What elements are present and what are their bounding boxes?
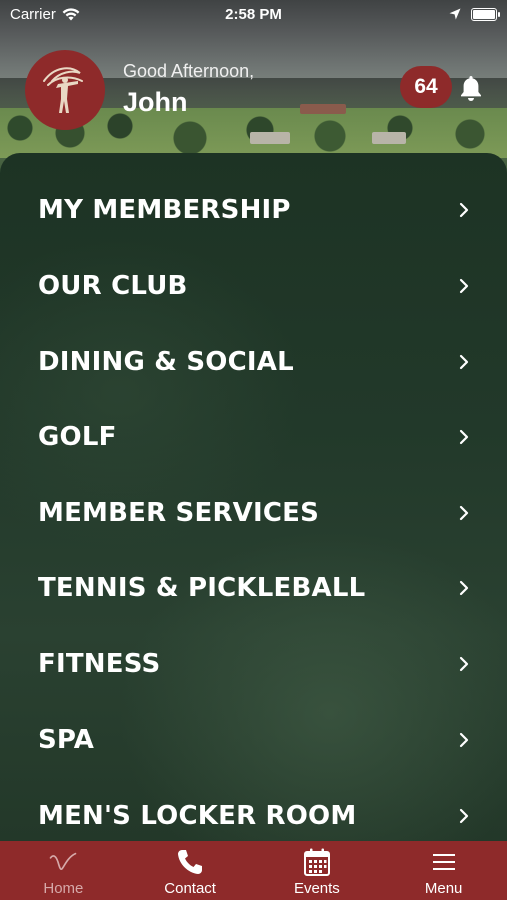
club-logo-figure-icon: [43, 67, 83, 113]
chevron-right-icon: [459, 656, 469, 672]
location-arrow-icon: [449, 8, 461, 20]
menu-item-label: TENNIS & PICKLEBALL: [38, 573, 366, 603]
chevron-right-icon: [459, 505, 469, 521]
chevron-right-icon: [459, 202, 469, 218]
tab-label: Contact: [164, 880, 216, 897]
menu-item-my-membership[interactable]: MY MEMBERSHIP: [0, 172, 507, 248]
menu-item-label: DINING & SOCIAL: [38, 347, 294, 377]
chevron-right-icon: [459, 732, 469, 748]
menu-item-label: FITNESS: [38, 649, 161, 679]
tab-events[interactable]: Events: [254, 841, 381, 900]
club-logo[interactable]: [25, 50, 105, 130]
bell-icon[interactable]: [458, 74, 484, 102]
hamburger-icon: [432, 854, 455, 870]
menu-item-mens-locker-room[interactable]: MEN'S LOCKER ROOM: [0, 778, 507, 841]
menu-item-our-club[interactable]: OUR CLUB: [0, 248, 507, 324]
bottom-tab-bar: Home Contact Events Menu: [0, 841, 507, 900]
menu-item-fitness[interactable]: FITNESS: [0, 626, 507, 702]
menu-item-label: MEN'S LOCKER ROOM: [38, 801, 357, 831]
battery-icon: [471, 7, 500, 21]
menu-item-label: MEMBER SERVICES: [38, 498, 320, 528]
calendar-icon: [303, 848, 330, 876]
carrier-label: Carrier: [10, 5, 56, 23]
chevron-right-icon: [459, 278, 469, 294]
tab-menu[interactable]: Menu: [380, 841, 507, 900]
tab-contact[interactable]: Contact: [127, 841, 254, 900]
tab-home[interactable]: Home: [0, 841, 127, 900]
menu-item-label: MY MEMBERSHIP: [38, 195, 291, 225]
menu-item-label: OUR CLUB: [38, 271, 188, 301]
wifi-icon: [62, 7, 80, 20]
app-header: Good Afternoon, John 64: [0, 44, 507, 134]
menu-item-tennis-pickleball[interactable]: TENNIS & PICKLEBALL: [0, 550, 507, 626]
chevron-right-icon: [459, 580, 469, 596]
menu-item-label: GOLF: [38, 422, 117, 452]
chevron-right-icon: [459, 429, 469, 445]
notification-count-badge[interactable]: 64: [400, 66, 452, 108]
chevron-right-icon: [459, 354, 469, 370]
menu-item-label: SPA: [38, 725, 95, 755]
menu-item-dining-social[interactable]: DINING & SOCIAL: [0, 324, 507, 400]
chevron-right-icon: [459, 808, 469, 824]
tab-label: Menu: [424, 880, 463, 897]
tab-label: Events: [293, 880, 340, 897]
status-bar: Carrier 2:58 PM: [0, 0, 507, 28]
club-swoosh-icon: [50, 852, 77, 870]
tab-label: Home: [43, 880, 84, 897]
menu-item-golf[interactable]: GOLF: [0, 399, 507, 475]
greeting-text: Good Afternoon,: [123, 61, 255, 81]
menu-item-member-services[interactable]: MEMBER SERVICES: [0, 475, 507, 551]
user-name: John: [123, 87, 188, 117]
main-menu: MY MEMBERSHIP OUR CLUB DINING & SOCIAL G…: [0, 153, 507, 841]
menu-item-spa[interactable]: SPA: [0, 702, 507, 778]
phone-icon: [178, 850, 203, 874]
